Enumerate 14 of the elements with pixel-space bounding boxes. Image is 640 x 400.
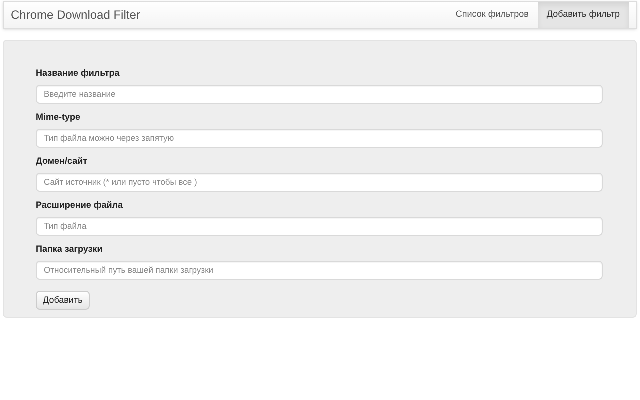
input-field[interactable]: Тип файла можно через запятую (36, 128, 603, 148)
field-label: Домен/сайт (36, 155, 89, 167)
input-field[interactable]: Тип файла (36, 216, 603, 236)
input-field[interactable]: Сайт источник (* или пусто чтобы все ) (36, 172, 603, 192)
input-field[interactable]: Введите название (36, 84, 603, 104)
add-button[interactable]: Добавить (36, 291, 90, 310)
field-label: Название фильтра (36, 67, 121, 79)
field-label: Расширение файла (36, 199, 124, 211)
nav-tab[interactable]: Добавить фильтр (538, 2, 629, 28)
field-label: Mime-type (36, 111, 82, 123)
field-label: Папка загрузки (36, 243, 104, 255)
app-title: Chrome Download Filter (10, 7, 140, 24)
nav-tab[interactable]: Список фильтров (446, 2, 538, 28)
input-field[interactable]: Относительный путь вашей папки загрузки (36, 260, 603, 280)
